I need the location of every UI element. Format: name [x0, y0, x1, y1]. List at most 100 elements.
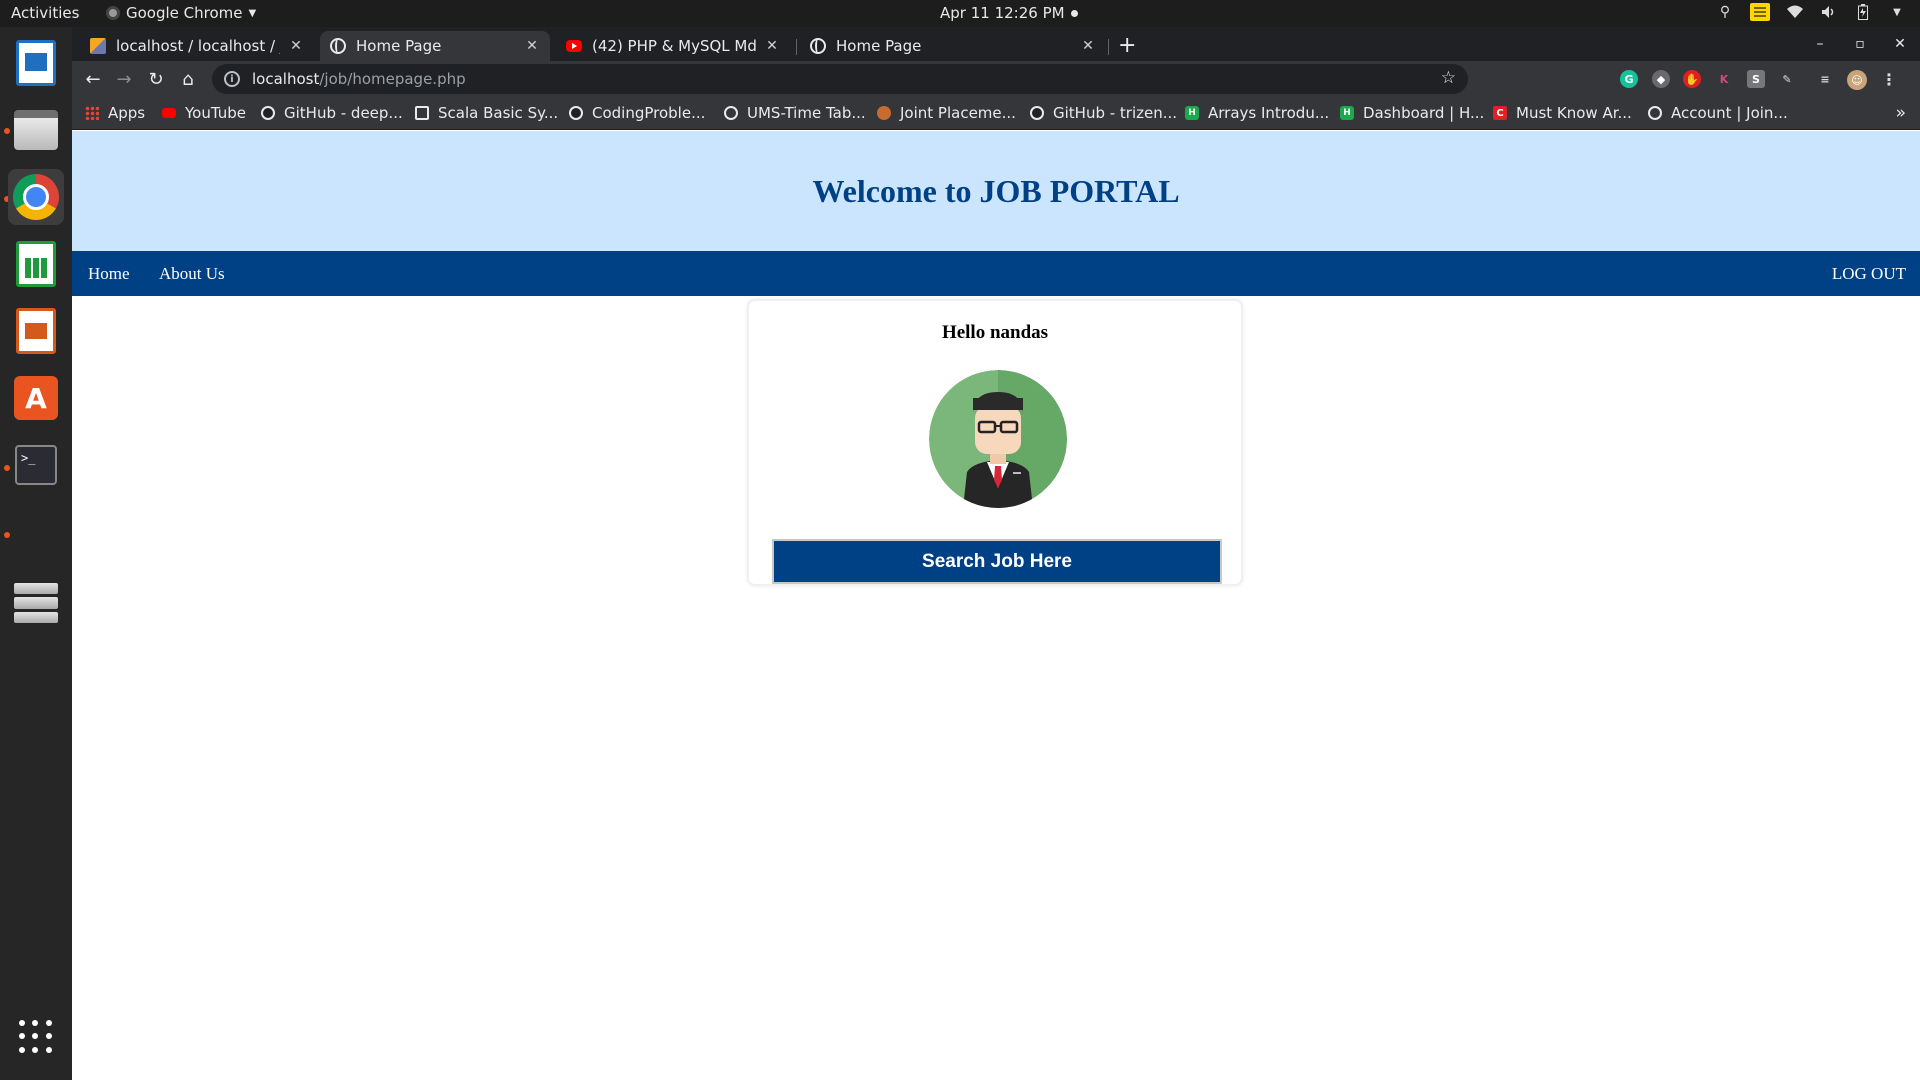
close-icon[interactable]: ✕	[764, 38, 780, 54]
browser-toolbar: ← → ↻ ⌂ i localhost/job/homepage.php ☆ G…	[72, 61, 1920, 97]
tab-separator	[796, 39, 797, 55]
tab-separator	[1108, 39, 1109, 55]
nav-logout-link[interactable]: LOG OUT	[1832, 264, 1906, 284]
dock-files[interactable]	[8, 102, 64, 158]
system-menu-caret-icon[interactable]: ▼	[1888, 3, 1906, 21]
bookmark-label: CodingProble...	[592, 104, 706, 122]
back-arrow-icon[interactable]: ←	[79, 65, 107, 93]
bookmark-dashboard[interactable]: H Dashboard | H...	[1340, 104, 1484, 122]
chrome-icon	[13, 174, 59, 220]
window-close-icon[interactable]: ✕	[1880, 27, 1920, 61]
ubuntu-software-icon: A	[14, 376, 58, 420]
tab-phpmyadmin[interactable]: localhost / localhost / job ✕	[80, 31, 314, 61]
phpmyadmin-icon	[90, 38, 106, 54]
new-tab-button[interactable]: +	[1118, 33, 1136, 58]
dock-chrome[interactable]	[8, 169, 64, 225]
bookmark-star-icon[interactable]: ☆	[1441, 68, 1456, 88]
app-grid-icon	[19, 1020, 53, 1054]
show-applications-button[interactable]	[8, 1009, 64, 1065]
wifi-icon[interactable]	[1786, 3, 1804, 21]
battery-icon[interactable]	[1854, 3, 1872, 21]
dock-software[interactable]: A	[8, 370, 64, 426]
nav-about-link[interactable]: About Us	[159, 264, 225, 284]
activities-button[interactable]: Activities	[11, 4, 79, 22]
files-icon	[14, 110, 58, 150]
caret-down-icon: ▼	[248, 7, 257, 19]
tab-strip: localhost / localhost / job ✕ Home Page …	[72, 27, 1920, 61]
adblock-extension-icon[interactable]: ✋	[1683, 70, 1701, 88]
server-icon	[14, 583, 58, 623]
youtube-icon	[162, 108, 176, 118]
accessibility-icon[interactable]: ⚲	[1716, 3, 1734, 21]
minimize-icon[interactable]: –	[1800, 27, 1840, 61]
dock-impress[interactable]	[8, 303, 64, 359]
tab-title: (42) PHP & MySQL Md5 En	[592, 37, 756, 55]
bookmark-label: Joint Placeme...	[900, 104, 1016, 122]
volume-icon[interactable]	[1820, 3, 1838, 21]
bookmark-joint-placement[interactable]: Joint Placeme...	[877, 104, 1016, 122]
bookmark-scala[interactable]: Scala Basic Sy...	[415, 104, 558, 122]
s-extension-icon[interactable]: S	[1747, 70, 1765, 88]
bookmark-arrays[interactable]: H Arrays Introdu...	[1185, 104, 1329, 122]
bookmark-codingproblems[interactable]: CodingProble...	[569, 104, 705, 122]
codingninjas-icon: C	[1493, 106, 1507, 120]
tool-extension-icon[interactable]: ✎	[1778, 70, 1796, 88]
tab-title: Home Page	[356, 37, 442, 55]
user-card: Hello nandas Search Job Here	[747, 299, 1243, 586]
k-extension-icon[interactable]: K	[1715, 70, 1733, 88]
running-indicator	[4, 532, 10, 538]
maximize-icon[interactable]: ▫	[1840, 27, 1880, 61]
grammarly-extension-icon[interactable]: G	[1620, 70, 1638, 88]
page-header: Welcome to JOB PORTAL	[72, 131, 1920, 251]
bookmark-youtube[interactable]: YouTube	[162, 104, 246, 122]
dock-writer[interactable]	[8, 35, 64, 91]
home-icon[interactable]: ⌂	[174, 65, 202, 93]
sticky-notes-icon[interactable]	[1750, 3, 1770, 21]
url-host: localhost	[252, 70, 320, 88]
bookmark-ums[interactable]: UMS-Time Tab...	[724, 104, 866, 122]
bookmarks-overflow-icon[interactable]: »	[1896, 103, 1906, 123]
hackerrank-icon: H	[1340, 106, 1354, 120]
forward-arrow-icon[interactable]: →	[110, 65, 138, 93]
bookmark-must-know[interactable]: C Must Know Ar...	[1493, 104, 1632, 122]
media-control-icon[interactable]: ≡	[1816, 70, 1834, 88]
system-tray: ⚲ ▼	[1716, 3, 1906, 21]
bookmark-apps[interactable]: Apps	[85, 104, 145, 122]
profile-avatar[interactable]: ☺	[1847, 70, 1867, 90]
more-menu-icon[interactable]: ⋮	[1880, 70, 1898, 89]
nav-home-link[interactable]: Home	[88, 264, 130, 284]
bookmark-label: GitHub - deep...	[284, 104, 403, 122]
bookmark-github-deep[interactable]: GitHub - deep...	[261, 104, 403, 122]
greeting-text: Hello nandas	[941, 322, 1049, 343]
bookmark-github-trizen[interactable]: GitHub - trizen...	[1030, 104, 1177, 122]
site-info-icon[interactable]: i	[224, 71, 240, 87]
clock[interactable]: Apr 11 12:26 PM	[940, 4, 1078, 22]
search-job-button[interactable]: Search Job Here	[772, 539, 1222, 584]
bookmark-label: UMS-Time Tab...	[747, 104, 866, 122]
app-menu[interactable]: Google Chrome ▼	[106, 4, 256, 22]
notification-dot-icon	[1070, 9, 1078, 17]
bookmark-account[interactable]: Account | Join...	[1648, 104, 1788, 122]
close-icon[interactable]: ✕	[1080, 38, 1096, 54]
url-path: /job/homepage.php	[319, 70, 466, 88]
close-icon[interactable]: ✕	[524, 38, 540, 54]
bookmarks-bar: Apps YouTube GitHub - deep... Scala Basi…	[72, 97, 1920, 130]
apps-grid-icon	[85, 106, 99, 120]
tab-home-page[interactable]: Home Page ✕	[800, 31, 1106, 61]
globe-icon	[1648, 106, 1662, 120]
close-icon[interactable]: ✕	[288, 38, 304, 54]
terminal-icon: >_	[15, 445, 57, 485]
dock-server[interactable]	[8, 575, 64, 631]
dock-terminal[interactable]: >_	[8, 437, 64, 493]
bookmark-label: Must Know Ar...	[1516, 104, 1632, 122]
tab-home-page-active[interactable]: Home Page ✕	[320, 31, 550, 61]
system-top-bar: Activities Google Chrome ▼ Apr 11 12:26 …	[0, 0, 1920, 27]
extension-puzzle-icon[interactable]: ◆	[1652, 70, 1670, 88]
bookmark-label: Dashboard | H...	[1363, 104, 1485, 122]
tab-youtube[interactable]: (42) PHP & MySQL Md5 En ✕	[556, 31, 790, 61]
globe-icon	[810, 38, 826, 54]
dock-calc[interactable]	[8, 236, 64, 292]
tab-title: Home Page	[836, 37, 922, 55]
address-bar[interactable]: i localhost/job/homepage.php ☆	[212, 64, 1468, 94]
reload-icon[interactable]: ↻	[142, 65, 170, 93]
